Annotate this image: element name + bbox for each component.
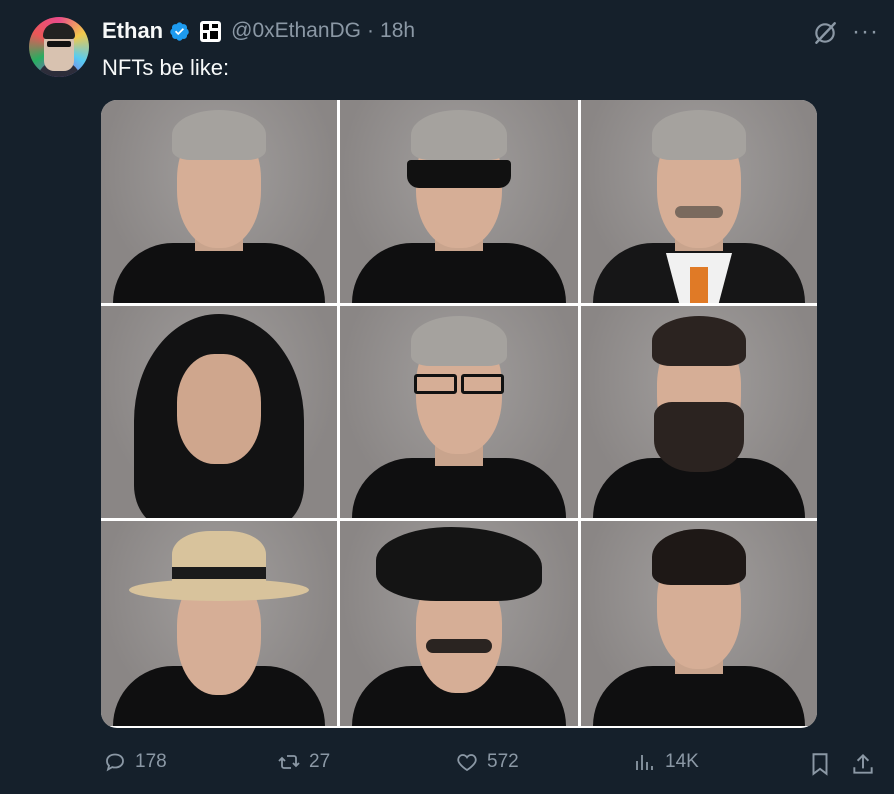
portrait-hood bbox=[101, 306, 337, 518]
portrait-glasses bbox=[340, 306, 578, 518]
views-icon bbox=[636, 755, 653, 770]
tweet-timestamp[interactable]: 18h bbox=[380, 19, 415, 43]
author-name[interactable]: Ethan bbox=[102, 18, 163, 44]
portrait-sunglasses bbox=[340, 100, 578, 303]
tweet-header: Ethan @0xEthanDG · 18h bbox=[102, 18, 415, 44]
portrait-straw-hat bbox=[101, 521, 337, 726]
share-icon[interactable] bbox=[850, 751, 876, 777]
views-count: 14K bbox=[665, 751, 699, 772]
retweet-count: 27 bbox=[309, 751, 331, 772]
tweet-media-grid[interactable] bbox=[101, 100, 817, 728]
reply-button[interactable]: 178 bbox=[103, 750, 167, 774]
views-button[interactable]: 14K bbox=[633, 750, 699, 774]
tweet-action-bar: 178 27 572 14K bbox=[0, 745, 894, 785]
more-icon[interactable]: ··· bbox=[852, 18, 879, 46]
affiliate-badge-icon[interactable] bbox=[200, 20, 222, 42]
author-avatar[interactable] bbox=[29, 17, 89, 77]
portrait-beret-mustache bbox=[340, 521, 578, 726]
like-button[interactable]: 572 bbox=[455, 750, 519, 774]
like-icon bbox=[457, 754, 477, 772]
portrait-dark-hair bbox=[581, 521, 817, 726]
bookmark-icon[interactable] bbox=[807, 751, 833, 777]
retweet-button[interactable]: 27 bbox=[277, 750, 330, 774]
portrait-suit-orange-tie bbox=[581, 100, 817, 303]
reply-count: 178 bbox=[135, 751, 167, 772]
dot-separator: · bbox=[367, 19, 375, 42]
author-handle[interactable]: @0xEthanDG bbox=[231, 19, 361, 43]
retweet-icon bbox=[278, 755, 300, 769]
grok-icon[interactable] bbox=[812, 20, 838, 46]
verified-badge-icon bbox=[170, 21, 189, 41]
like-count: 572 bbox=[487, 751, 519, 772]
tweet-text: NFTs be like: bbox=[102, 55, 230, 80]
reply-icon bbox=[106, 753, 124, 772]
tweet[interactable]: Ethan @0xEthanDG · 18h ··· NFTs be like: bbox=[0, 0, 894, 794]
portrait-plain bbox=[101, 100, 337, 303]
portrait-dark-beard bbox=[581, 306, 817, 518]
